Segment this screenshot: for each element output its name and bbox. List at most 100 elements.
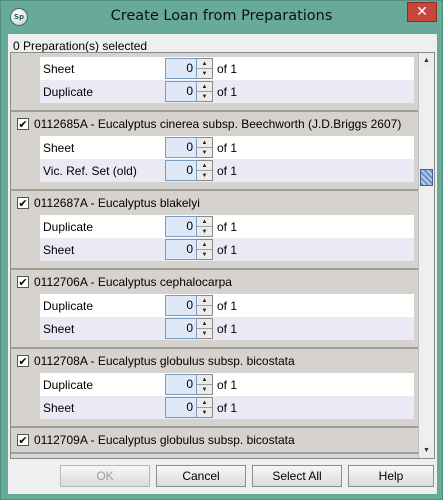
available-count: of 1 — [217, 84, 238, 99]
ok-button[interactable]: OK — [60, 465, 150, 487]
prep-type-row: Duplicate 0 ▲ ▼ of 1 — [40, 294, 414, 317]
increment-arrow-icon[interactable]: ▲ — [197, 59, 212, 69]
decrement-arrow-icon[interactable]: ▼ — [197, 329, 212, 338]
group-header: ✔ 0112685A - Eucalyptus cinerea subsp. Be… — [11, 112, 419, 136]
decrement-arrow-icon[interactable]: ▼ — [197, 408, 212, 417]
increment-arrow-icon[interactable]: ▲ — [197, 240, 212, 250]
available-count: of 1 — [217, 400, 238, 415]
scroll-down-arrow-icon[interactable]: ▼ — [419, 443, 434, 458]
decrement-arrow-icon[interactable]: ▼ — [197, 148, 212, 157]
quantity-stepper[interactable]: 0 ▲ ▼ — [165, 374, 213, 395]
prep-type-rows: Sheet 0 ▲ ▼ of 1 Duplicate 0 ▲ ▼ of 1 — [40, 57, 414, 103]
quantity-field[interactable]: 0 — [165, 160, 197, 181]
decrement-arrow-icon[interactable]: ▼ — [197, 250, 212, 259]
prep-type-label: Sheet — [43, 321, 75, 336]
quantity-stepper[interactable]: 0 ▲ ▼ — [165, 318, 213, 339]
stepper-buttons: ▲ ▼ — [197, 137, 213, 158]
prep-type-label: Duplicate — [43, 298, 94, 313]
close-button[interactable]: ✕ — [407, 2, 437, 22]
preparation-group: ✔Sheet0▲▼of 1Duplicate0▲▼of 1 — [11, 53, 419, 112]
decrement-arrow-icon[interactable]: ▼ — [197, 385, 212, 394]
available-count: of 1 — [217, 61, 238, 76]
quantity-stepper[interactable]: 0 ▲ ▼ — [165, 137, 213, 158]
checkmark-icon[interactable]: ✔ — [17, 197, 29, 209]
button-bar: OK Cancel Select All Help — [8, 463, 437, 489]
quantity-field[interactable]: 0 — [165, 137, 197, 158]
prep-type-label: Duplicate — [43, 377, 94, 392]
quantity-stepper[interactable]: 0 ▲ ▼ — [165, 160, 213, 181]
quantity-field[interactable]: 0 — [165, 239, 197, 260]
checkmark-icon[interactable]: ✔ — [17, 355, 29, 367]
increment-arrow-icon[interactable]: ▲ — [197, 217, 212, 227]
preparations-list: ✔Sheet0▲▼of 1Duplicate0▲▼of 1✔0112685A -… — [11, 53, 419, 454]
select-all-button[interactable]: Select All — [252, 465, 342, 487]
stepper-buttons: ▲ ▼ — [197, 58, 213, 79]
scroll-thumb[interactable] — [420, 169, 433, 186]
prep-type-rows: Duplicate 0 ▲ ▼ of 1 Sheet 0 ▲ ▼ of 1 — [40, 373, 414, 419]
group-label: 0112706A - Eucalyptus cephalocarpa — [34, 275, 232, 289]
decrement-arrow-icon[interactable]: ▼ — [197, 69, 212, 78]
preparations-scroll-pane[interactable]: ✔Sheet0▲▼of 1Duplicate0▲▼of 1✔0112685A -… — [10, 52, 435, 459]
checkmark-icon[interactable]: ✔ — [17, 434, 29, 446]
group-label: 0112708A - Eucalyptus globulus subsp. bi… — [34, 354, 295, 368]
group-header: ✔ 0112709A - Eucalyptus globulus subsp. b… — [11, 428, 419, 452]
increment-arrow-icon[interactable]: ▲ — [197, 398, 212, 408]
quantity-stepper[interactable]: 0 ▲ ▼ — [165, 216, 213, 237]
prep-type-row: Duplicate 0 ▲ ▼ of 1 — [40, 80, 414, 103]
prep-type-label: Duplicate — [43, 84, 94, 99]
quantity-stepper[interactable]: 0 ▲ ▼ — [165, 81, 213, 102]
help-button[interactable]: Help — [348, 465, 434, 487]
selection-status: 0 Preparation(s) selected — [13, 39, 148, 53]
quantity-stepper[interactable]: 0 ▲ ▼ — [165, 295, 213, 316]
available-count: of 1 — [217, 242, 238, 257]
group-header: ✔ 0112708A - Eucalyptus globulus subsp. b… — [11, 349, 419, 373]
increment-arrow-icon[interactable]: ▲ — [197, 296, 212, 306]
quantity-field[interactable]: 0 — [165, 318, 197, 339]
available-count: of 1 — [217, 298, 238, 313]
quantity-stepper[interactable]: 0 ▲ ▼ — [165, 397, 213, 418]
dialog-window: Sp Create Loan from Preparations ✕ 0 Pre… — [0, 0, 443, 500]
quantity-stepper[interactable]: 0 ▲ ▼ — [165, 58, 213, 79]
available-count: of 1 — [217, 321, 238, 336]
prep-type-row: Duplicate 0 ▲ ▼ of 1 — [40, 215, 414, 238]
prep-type-row: Sheet 0 ▲ ▼ of 1 — [40, 57, 414, 80]
quantity-field[interactable]: 0 — [165, 216, 197, 237]
available-count: of 1 — [217, 377, 238, 392]
decrement-arrow-icon[interactable]: ▼ — [197, 306, 212, 315]
increment-arrow-icon[interactable]: ▲ — [197, 161, 212, 171]
increment-arrow-icon[interactable]: ▲ — [197, 138, 212, 148]
increment-arrow-icon[interactable]: ▲ — [197, 375, 212, 385]
checkmark-icon[interactable]: ✔ — [17, 118, 29, 130]
preparation-group: ✔ 0112708A - Eucalyptus globulus subsp. b… — [11, 349, 419, 428]
vertical-scrollbar[interactable]: ▲ ▼ — [418, 53, 434, 458]
group-label: 0112687A - Eucalyptus blakelyi — [34, 196, 200, 210]
available-count: of 1 — [217, 140, 238, 155]
quantity-field[interactable]: 0 — [165, 58, 197, 79]
preparation-group: ✔ 0112687A - Eucalyptus blakelyi Duplicate… — [11, 191, 419, 270]
prep-type-label: Duplicate — [43, 219, 94, 234]
dialog-body: 0 Preparation(s) selected ✔Sheet0▲▼of 1D… — [8, 34, 437, 494]
decrement-arrow-icon[interactable]: ▼ — [197, 171, 212, 180]
prep-type-rows: Duplicate 0 ▲ ▼ of 1 Sheet 0 ▲ ▼ of 1 — [40, 294, 414, 340]
prep-type-label: Vic. Ref. Set (old) — [43, 163, 137, 178]
title-bar[interactable]: Sp Create Loan from Preparations ✕ — [1, 1, 442, 33]
increment-arrow-icon[interactable]: ▲ — [197, 319, 212, 329]
stepper-buttons: ▲ ▼ — [197, 239, 213, 260]
quantity-field[interactable]: 0 — [165, 397, 197, 418]
quantity-field[interactable]: 0 — [165, 374, 197, 395]
cancel-button[interactable]: Cancel — [156, 465, 246, 487]
available-count: of 1 — [217, 219, 238, 234]
decrement-arrow-icon[interactable]: ▼ — [197, 227, 212, 236]
quantity-stepper[interactable]: 0 ▲ ▼ — [165, 239, 213, 260]
scroll-up-arrow-icon[interactable]: ▲ — [419, 53, 434, 68]
quantity-field[interactable]: 0 — [165, 81, 197, 102]
checkmark-icon[interactable]: ✔ — [17, 276, 29, 288]
quantity-field[interactable]: 0 — [165, 295, 197, 316]
prep-type-label: Sheet — [43, 61, 75, 76]
prep-type-row: Sheet 0 ▲ ▼ of 1 — [40, 317, 414, 340]
prep-type-row: Vic. Ref. Set (old) 0 ▲ ▼ of 1 — [40, 159, 414, 182]
prep-type-rows: Duplicate 0 ▲ ▼ of 1 Sheet 0 ▲ ▼ of 1 — [40, 215, 414, 261]
increment-arrow-icon[interactable]: ▲ — [197, 82, 212, 92]
group-label: 0112685A - Eucalyptus cinerea subsp. Bee… — [34, 117, 402, 131]
decrement-arrow-icon[interactable]: ▼ — [197, 92, 212, 101]
